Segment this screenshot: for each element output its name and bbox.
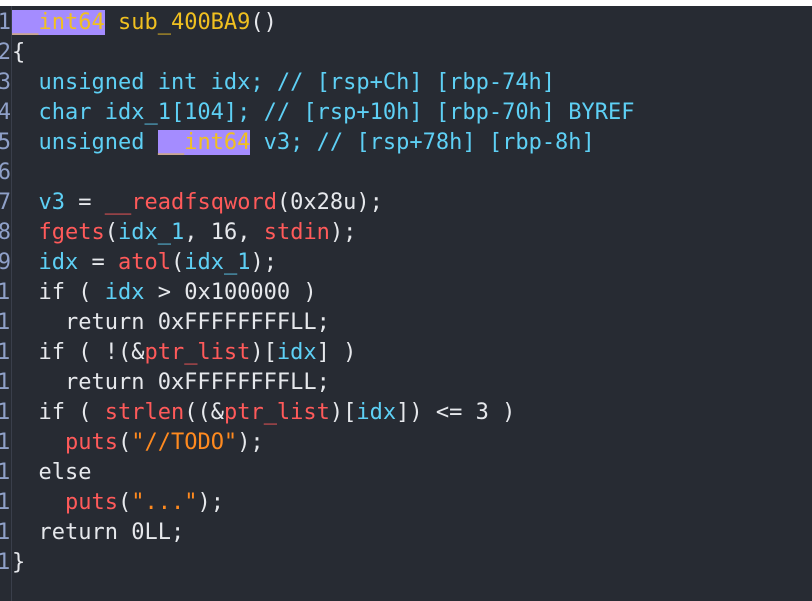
code-line[interactable]: __int64 sub_400BA9() [12,8,277,38]
code-token: "//TODO" [131,430,238,455]
code-token: if ( [12,400,105,425]
code-token: ptr_list [223,400,330,425]
code-area[interactable]: __int64 sub_400BA9(){ unsigned int idx; … [12,6,812,601]
code-token: ] ) [316,340,357,365]
code-token: else [12,460,92,485]
code-token: idx [38,250,79,275]
code-token: v3; // [rsp+78h] [rbp-8h] [250,130,595,155]
code-line[interactable]: if ( !(&ptr_list)[idx] ) [12,338,356,368]
code-line[interactable]: return 0xFFFFFFFFLL; [12,368,330,398]
code-token: idx_1 [184,250,251,275]
code-token: , 16, [184,220,264,245]
code-token: idx [276,340,317,365]
line-number: 18 [0,520,11,545]
line-number: 13 [0,370,11,395]
line-number: 4 [0,100,11,125]
line-number: 7 [0,190,11,215]
code-token: puts [64,430,118,455]
code-token: idx [356,400,397,425]
code-token: unsigned int idx; // [rsp+Ch] [rbp-74h] [12,70,556,95]
code-line[interactable]: char idx_1[104]; // [rsp+10h] [rbp-70h] … [12,98,635,128]
code-token: } [12,550,26,575]
code-token: ); [329,220,357,245]
code-token: atol [118,250,171,275]
line-number: 17 [0,490,11,515]
code-line[interactable]: puts("//TODO"); [12,428,264,458]
line-number-gutter: 12345678910111213141516171819 [0,6,11,601]
code-line[interactable]: idx = atol(idx_1); [12,248,277,278]
code-token: ); [237,430,264,455]
code-token: ]) <= 3 ) [396,400,516,425]
code-token: idx_1 [117,220,185,245]
code-line[interactable]: { [12,38,25,68]
code-token: return 0xFFFFFFFFLL; [12,310,330,335]
code-line[interactable]: v3 = __readfsqword(0x28u); [12,188,383,218]
line-number: 5 [0,130,11,155]
line-number: 1 [0,10,11,35]
code-token: sub_400BA9 [117,10,251,35]
code-token: = [65,190,105,215]
code-line[interactable]: if ( strlen((&ptr_list)[idx]) <= 3 ) [12,398,515,428]
code-token: __readfsqword [104,190,277,215]
code-line[interactable]: unsigned int idx; // [rsp+Ch] [rbp-74h] [12,68,555,98]
code-token: (0x28u); [276,190,383,215]
code-token: if ( [12,280,105,305]
code-token: v3 [38,190,66,215]
code-token: ((& [184,400,224,425]
code-line[interactable]: fgets(idx_1, 16, stdin); [12,218,357,248]
code-token: puts [64,490,118,515]
code-line[interactable]: return 0LL; [12,518,184,548]
line-number: 11 [0,310,11,335]
code-token[interactable]: __int64 [157,130,251,155]
code-token: = [78,250,118,275]
line-number: 19 [0,550,11,575]
code-token: () [250,10,277,35]
line-number: 12 [0,340,11,365]
code-token: > 0x100000 ) [144,280,317,305]
code-line[interactable]: } [12,548,25,578]
code-token: ); [250,250,277,275]
line-number: 14 [0,400,11,425]
line-number: 3 [0,70,11,95]
code-token: ( [117,430,132,455]
code-token: ( [170,250,185,275]
line-number: 8 [0,220,11,245]
code-token: stdin [263,220,330,245]
code-token: idx [104,280,145,305]
line-number: 9 [0,250,11,275]
line-number: 16 [0,460,11,485]
code-token: return 0LL; [12,520,185,545]
code-token: if ( !(& [12,340,145,365]
line-number: 6 [0,160,11,185]
code-line[interactable]: return 0xFFFFFFFFLL; [12,308,330,338]
code-token: )[ [250,340,277,365]
code-line[interactable]: unsigned __int64 v3; // [rsp+78h] [rbp-8… [12,128,595,158]
code-token[interactable]: __int64 [12,10,105,35]
code-token: fgets [38,220,105,245]
code-token: ( [117,490,132,515]
code-token: return 0xFFFFFFFFLL; [12,370,330,395]
code-line[interactable]: if ( idx > 0x100000 ) [12,278,317,308]
line-number: 15 [0,430,11,455]
code-token: strlen [104,400,185,425]
code-token: "..." [131,490,198,515]
code-token: ptr_list [144,340,251,365]
code-line[interactable]: puts("..."); [12,488,224,518]
code-token: )[ [329,400,357,425]
line-number: 10 [0,280,11,305]
code-token: ); [197,490,224,515]
code-token: unsigned [12,130,158,155]
code-token: ( [104,220,118,245]
code-token: { [12,40,26,65]
code-token: char idx_1[104]; // [rsp+10h] [rbp-70h] … [12,100,635,125]
code-editor[interactable]: 12345678910111213141516171819 __int64 su… [0,6,812,601]
code-line[interactable]: else [12,458,91,488]
line-number: 2 [0,40,11,65]
